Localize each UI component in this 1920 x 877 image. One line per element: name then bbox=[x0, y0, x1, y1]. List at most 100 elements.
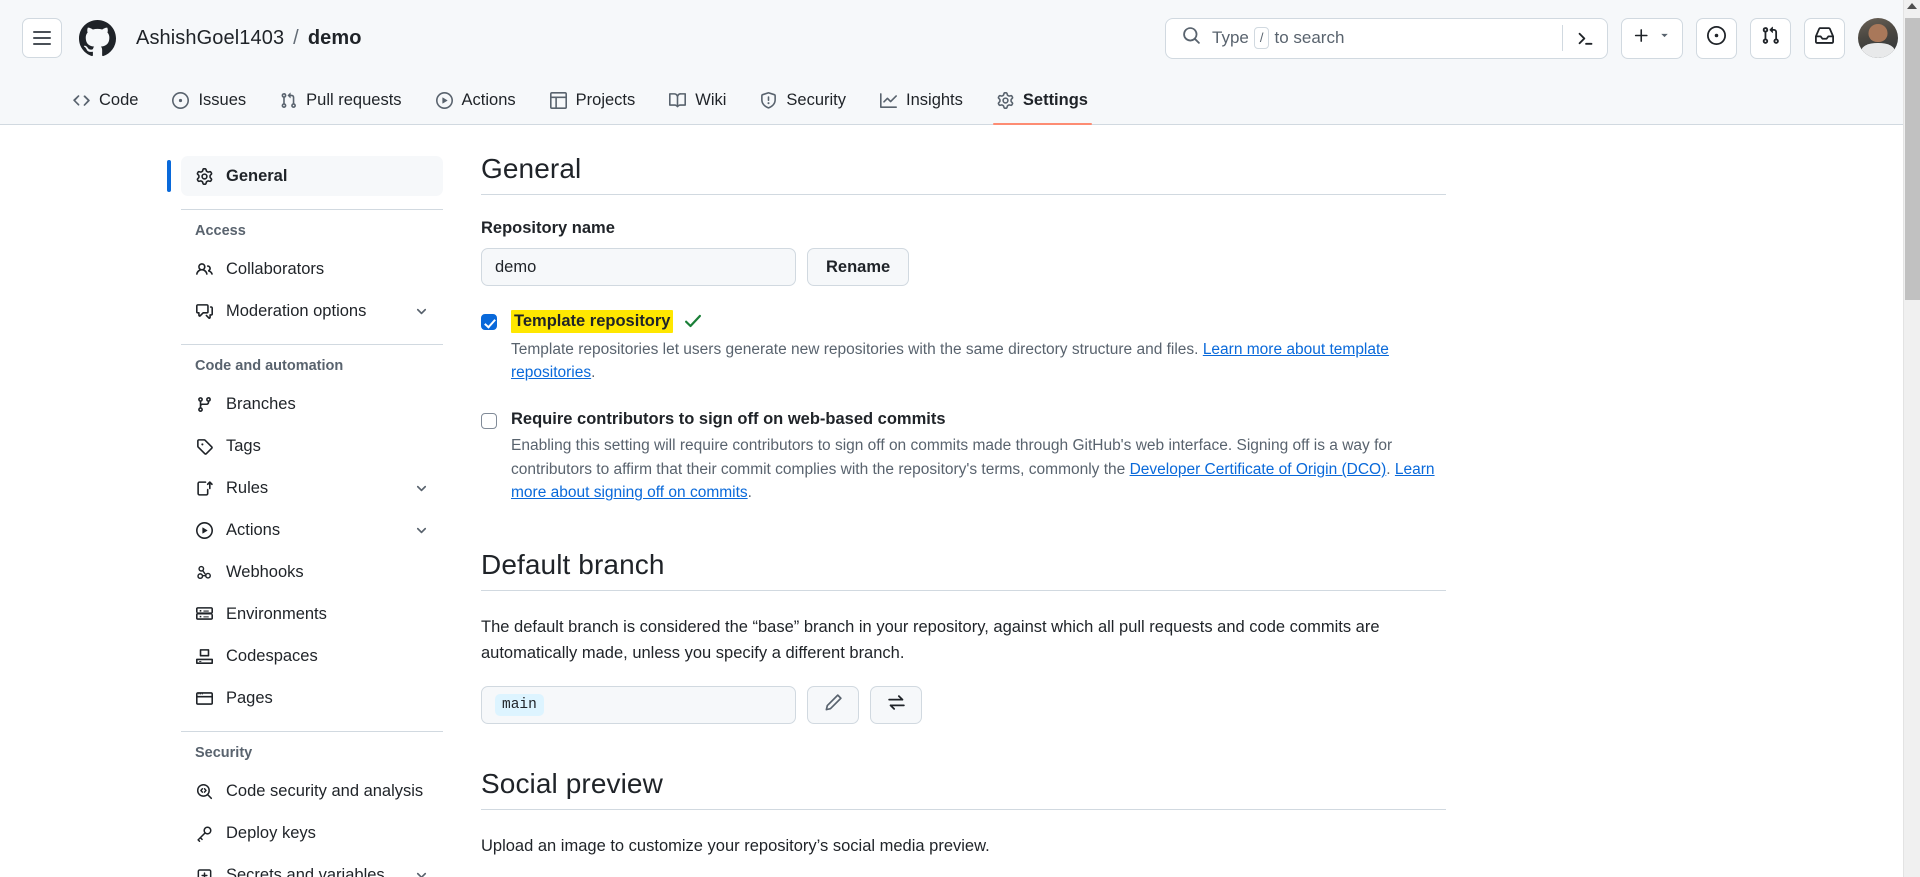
issues-button[interactable] bbox=[1696, 18, 1737, 59]
tab-insights[interactable]: Insights bbox=[866, 76, 977, 124]
dco-desc-part-2: . bbox=[1386, 461, 1395, 478]
chevron-down-icon[interactable] bbox=[414, 304, 429, 319]
sidebar-item-rules[interactable]: Rules bbox=[181, 468, 443, 508]
table-icon bbox=[550, 92, 567, 109]
pencil-icon bbox=[824, 693, 843, 717]
sidebar-item-general[interactable]: General bbox=[181, 156, 443, 196]
chevron-down-icon[interactable] bbox=[414, 481, 429, 496]
notifications-inbox-button[interactable] bbox=[1804, 18, 1845, 59]
sidebar-item-moderation-options[interactable]: Moderation options bbox=[181, 291, 443, 331]
section-heading-social-preview: Social preview bbox=[481, 768, 1446, 809]
tab-projects[interactable]: Projects bbox=[536, 76, 650, 124]
tab-label: Pull requests bbox=[306, 91, 401, 110]
chevron-down-icon bbox=[1658, 29, 1671, 47]
sidebar-item-label: Deploy keys bbox=[226, 824, 316, 843]
tab-actions[interactable]: Actions bbox=[422, 76, 530, 124]
sidebar-item-label: General bbox=[226, 167, 287, 186]
sidebar-item-label: Branches bbox=[226, 395, 296, 414]
search-placeholder: Type / to search bbox=[1212, 27, 1344, 49]
user-avatar[interactable] bbox=[1858, 18, 1898, 58]
default-branch-row: main bbox=[481, 686, 1446, 724]
dco-link[interactable]: Developer Certificate of Origin (DCO) bbox=[1130, 461, 1387, 478]
play-icon bbox=[195, 522, 214, 539]
scroll-up-arrow-icon[interactable] bbox=[1907, 3, 1917, 9]
repository-name-row: demo Rename bbox=[481, 248, 1446, 286]
codespaces-icon bbox=[195, 648, 214, 665]
play-icon bbox=[436, 92, 453, 109]
sidebar-item-pages[interactable]: Pages bbox=[181, 678, 443, 718]
sidebar-item-label: Code security and analysis bbox=[226, 782, 423, 801]
terminal-icon[interactable] bbox=[1563, 29, 1607, 48]
rename-branch-button[interactable] bbox=[807, 686, 859, 724]
chevron-down-icon[interactable] bbox=[414, 523, 429, 538]
tab-label: Insights bbox=[906, 91, 963, 110]
tab-issues[interactable]: Issues bbox=[158, 76, 260, 124]
sidebar-item-deploy-keys[interactable]: Deploy keys bbox=[181, 813, 443, 853]
breadcrumb: AshishGoel1403 / demo bbox=[136, 27, 362, 50]
template-repository-description: Template repositories let users generate… bbox=[511, 338, 1441, 385]
breadcrumb-owner[interactable]: AshishGoel1403 bbox=[136, 27, 284, 50]
comment-discussion-icon bbox=[195, 303, 214, 320]
key-icon bbox=[195, 825, 214, 842]
tab-pull-requests[interactable]: Pull requests bbox=[266, 76, 415, 124]
repository-name-input[interactable]: demo bbox=[481, 248, 796, 286]
sidebar-divider bbox=[181, 209, 443, 210]
sidebar-item-code-security-and-analysis[interactable]: Code security and analysis bbox=[181, 771, 443, 811]
sidebar-item-webhooks[interactable]: Webhooks bbox=[181, 552, 443, 592]
tab-code[interactable]: Code bbox=[59, 76, 152, 124]
scrollbar-thumb[interactable] bbox=[1905, 18, 1920, 300]
sidebar-group-title-security: Security bbox=[181, 745, 443, 761]
breadcrumb-repo[interactable]: demo bbox=[308, 27, 362, 50]
book-icon bbox=[669, 92, 686, 109]
sidebar-item-label: Actions bbox=[226, 521, 280, 540]
tab-label: Wiki bbox=[695, 91, 726, 110]
sidebar-item-label: Webhooks bbox=[226, 563, 304, 582]
tab-label: Settings bbox=[1023, 91, 1088, 110]
people-icon bbox=[195, 261, 214, 278]
create-new-button[interactable] bbox=[1621, 18, 1683, 59]
sidebar-item-environments[interactable]: Environments bbox=[181, 594, 443, 634]
code-icon bbox=[73, 92, 90, 109]
sidebar-item-branches[interactable]: Branches bbox=[181, 384, 443, 424]
pull-requests-button[interactable] bbox=[1750, 18, 1791, 59]
section-heading-default-branch: Default branch bbox=[481, 549, 1446, 590]
github-logo-icon[interactable] bbox=[79, 20, 116, 57]
shield-icon bbox=[760, 92, 777, 109]
tab-label: Issues bbox=[198, 91, 246, 110]
hamburger-menu-button[interactable] bbox=[22, 18, 62, 58]
section-rule bbox=[481, 809, 1446, 810]
secrets-icon bbox=[195, 867, 214, 877]
sidebar-group-title-access: Access bbox=[181, 223, 443, 239]
tab-wiki[interactable]: Wiki bbox=[655, 76, 740, 124]
sidebar-item-label: Codespaces bbox=[226, 647, 318, 666]
sidebar-item-secrets-and-variables[interactable]: Secrets and variables bbox=[181, 855, 443, 877]
tab-settings[interactable]: Settings bbox=[983, 76, 1102, 124]
sidebar-item-actions[interactable]: Actions bbox=[181, 510, 443, 550]
sidebar-item-codespaces[interactable]: Codespaces bbox=[181, 636, 443, 676]
rename-button[interactable]: Rename bbox=[807, 248, 909, 286]
search-slash-key: / bbox=[1254, 27, 1270, 49]
require-signoff-checkbox[interactable] bbox=[481, 413, 497, 429]
search-input[interactable]: Type / to search bbox=[1165, 18, 1608, 59]
sidebar-item-tags[interactable]: Tags bbox=[181, 426, 443, 466]
sidebar-item-label: Tags bbox=[226, 437, 261, 456]
git-pull-request-icon bbox=[280, 92, 297, 109]
rules-icon bbox=[195, 480, 214, 497]
tab-security[interactable]: Security bbox=[746, 76, 860, 124]
browser-icon bbox=[195, 690, 214, 707]
search-placeholder-prefix: Type bbox=[1212, 28, 1249, 48]
default-branch-name: main bbox=[495, 694, 544, 716]
check-icon bbox=[683, 311, 703, 331]
sidebar-divider bbox=[181, 344, 443, 345]
template-desc-period: . bbox=[591, 364, 595, 381]
server-icon bbox=[195, 606, 214, 623]
template-repository-checkbox[interactable] bbox=[481, 314, 497, 330]
dco-desc-part-3: . bbox=[748, 484, 752, 501]
switch-default-branch-button[interactable] bbox=[870, 686, 922, 724]
vertical-scrollbar[interactable] bbox=[1903, 0, 1920, 877]
settings-main-content: General Repository name demo Rename Temp… bbox=[443, 125, 1920, 877]
header-right-actions: Type / to search bbox=[1165, 18, 1898, 59]
global-header: AshishGoel1403 / demo Type / to search bbox=[0, 0, 1920, 76]
sidebar-item-collaborators[interactable]: Collaborators bbox=[181, 249, 443, 289]
chevron-down-icon[interactable] bbox=[414, 868, 429, 877]
